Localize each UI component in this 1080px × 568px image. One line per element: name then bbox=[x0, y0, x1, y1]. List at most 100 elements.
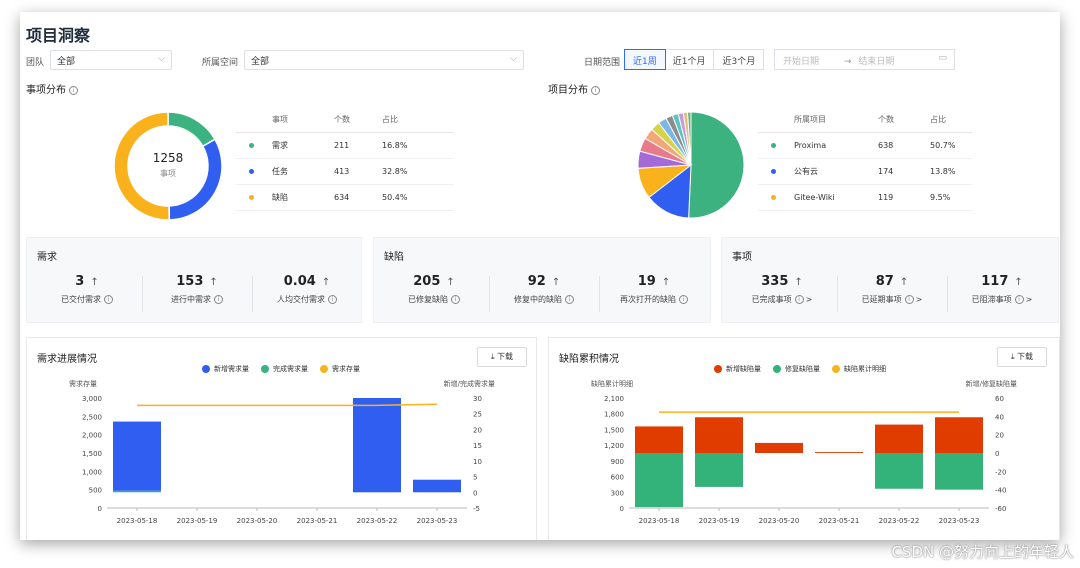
defect-chart: 缺陷累计明细 新增/修复缺陷量2,1001,8001,5001,200900600… bbox=[591, 379, 1017, 525]
info-icon[interactable]: i bbox=[328, 295, 337, 304]
left-axis-label: 缺陷累计明细 bbox=[591, 379, 633, 388]
team-select[interactable]: 全部 ⌵ bbox=[50, 50, 172, 70]
issue-stats-panel: 事项 335 ↑ 已完成事项 i > 87 ↑ 已延期事项 i > 117 ↑ 已阻滞事项 i > bbox=[721, 237, 1059, 323]
legend-dot bbox=[248, 194, 254, 200]
download-button[interactable]: ⤓ 下载 bbox=[997, 347, 1047, 367]
arrow-up-icon: ↑ bbox=[551, 277, 561, 288]
row-count: 174 bbox=[872, 158, 924, 185]
row-name: 公有云 bbox=[788, 158, 872, 185]
y2-tick-label: 20 bbox=[995, 432, 1004, 440]
right-axis-label: 新增/修复缺陷量 bbox=[966, 379, 1017, 388]
stat-fixed-defects: 205 ↑ 已修复缺陷 i bbox=[379, 274, 489, 305]
bar bbox=[635, 426, 683, 453]
legend-item[interactable]: 完成需求量 bbox=[261, 364, 308, 374]
info-icon[interactable]: i bbox=[451, 295, 460, 304]
legend-item[interactable]: 缺陷累计明细 bbox=[832, 364, 886, 374]
donut-total: 1258 bbox=[153, 151, 184, 165]
bar bbox=[755, 442, 803, 453]
range-tab-3m[interactable]: 近3个月 bbox=[714, 50, 763, 69]
range-tab-1m[interactable]: 近1个月 bbox=[665, 50, 715, 69]
y2-tick-label: -40 bbox=[995, 487, 1006, 495]
table-row: Gitee-Wiki 119 9.5% bbox=[758, 184, 972, 211]
date-range-picker[interactable]: 开始日期 → 结束日期 ▭ bbox=[774, 49, 955, 70]
info-icon[interactable]: i bbox=[69, 85, 78, 95]
y-tick-label: 3,000 bbox=[82, 395, 102, 403]
y-tick-label: 0 bbox=[98, 505, 102, 513]
y-tick-label: 1,800 bbox=[604, 411, 624, 419]
info-icon[interactable]: i bbox=[679, 295, 688, 304]
x-tick-label: 2023-05-20 bbox=[237, 517, 278, 525]
info-icon[interactable]: i bbox=[904, 295, 914, 304]
bar bbox=[635, 453, 683, 508]
demand-stats-panel: 需求 3 ↑ 已交付需求 i 153 ↑ 进行中需求 i 0.04 ↑ 人均交付需求 i bbox=[26, 237, 362, 323]
stat-inprogress-demand: 153 ↑ 进行中需求 i bbox=[142, 274, 252, 305]
x-tick-label: 2023-05-18 bbox=[639, 517, 680, 525]
download-button[interactable]: ⤓ 下载 bbox=[477, 347, 527, 367]
space-select[interactable]: 全部 ⌵ bbox=[244, 50, 524, 70]
chart-title: 需求进展情况 bbox=[37, 354, 97, 365]
start-date-placeholder: 开始日期 bbox=[783, 57, 820, 67]
info-icon[interactable]: i bbox=[565, 295, 574, 304]
info-icon[interactable]: i bbox=[591, 85, 600, 95]
project-dist-table: 所属项目 个数 占比 Proxima 638 50.7% 公有云 174 13.… bbox=[758, 108, 972, 211]
range-tab-1w[interactable]: 近1周 bbox=[624, 49, 666, 70]
y-tick-label: 300 bbox=[611, 489, 624, 497]
team-select-value: 全部 bbox=[57, 57, 76, 67]
y2-tick-label: 30 bbox=[473, 395, 482, 403]
demand-progress-card: 需求进展情况 ⤓ 下载 新增需求量 完成需求量 需求存量 需求存量 新增/完成需求… bbox=[26, 337, 537, 540]
legend-dot bbox=[770, 194, 776, 200]
x-tick-label: 2023-05-23 bbox=[939, 517, 980, 525]
watermark: CSDN @努力向上的年轻人 bbox=[891, 543, 1074, 561]
bar bbox=[935, 417, 983, 453]
y-tick-label: 2,500 bbox=[82, 413, 102, 421]
end-date-placeholder: 结束日期 bbox=[858, 57, 895, 67]
arrow-up-icon: ↑ bbox=[321, 277, 331, 288]
col-header: 占比 bbox=[376, 108, 454, 133]
line-series bbox=[137, 403, 438, 407]
legend-item[interactable]: 新增缺陷量 bbox=[714, 364, 761, 374]
project-dist-title: 项目分布 i bbox=[548, 81, 600, 96]
info-icon[interactable]: i bbox=[794, 295, 804, 304]
col-header: 所属项目 bbox=[788, 108, 872, 133]
info-icon[interactable]: i bbox=[1014, 295, 1024, 304]
stat-delayed-issues[interactable]: 87 ↑ 已延期事项 i > bbox=[837, 274, 947, 305]
info-icon[interactable]: i bbox=[214, 295, 223, 304]
arrow-up-icon: ↑ bbox=[794, 277, 803, 288]
y2-tick-label: 0 bbox=[473, 489, 477, 497]
date-range-label: 日期范围 bbox=[584, 58, 621, 68]
bar bbox=[413, 479, 461, 493]
y-tick-label: 1,200 bbox=[604, 442, 624, 450]
donut-slice bbox=[167, 111, 216, 148]
stat-completed-issues[interactable]: 335 ↑ 已完成事项 i > bbox=[727, 274, 837, 305]
legend-item[interactable]: 修复缺陷量 bbox=[773, 364, 820, 374]
x-tick-label: 2023-05-19 bbox=[699, 517, 740, 525]
row-count: 638 bbox=[872, 132, 924, 159]
arrow-up-icon: ↑ bbox=[1014, 277, 1023, 288]
bar bbox=[695, 417, 743, 453]
x-tick-label: 2023-05-19 bbox=[177, 517, 218, 525]
info-icon[interactable]: i bbox=[104, 295, 113, 304]
y2-tick-label: 5 bbox=[473, 474, 477, 482]
issue-dist-table: 事项 个数 占比 需求 211 16.8% 任务 413 32.8% 缺陷 63… bbox=[236, 108, 454, 211]
space-label: 所属空间 bbox=[202, 58, 239, 68]
arrow-up-icon: ↑ bbox=[661, 277, 671, 288]
demand-chart: 需求存量 新增/完成需求量3,0002,5002,0001,5001,000500… bbox=[69, 379, 495, 525]
y-tick-label: 1,000 bbox=[82, 468, 102, 476]
bar bbox=[815, 452, 863, 453]
bar bbox=[113, 421, 161, 491]
stat-blocked-issues[interactable]: 117 ↑ 已阻滞事项 i > bbox=[947, 274, 1057, 305]
table-row: 缺陷 634 50.4% bbox=[236, 184, 454, 211]
stat-reopened-defects: 19 ↑ 再次打开的缺陷 i bbox=[599, 274, 709, 305]
x-tick-label: 2023-05-21 bbox=[819, 517, 860, 525]
chevron-down-icon: ⌵ bbox=[158, 54, 165, 64]
x-tick-label: 2023-05-21 bbox=[297, 517, 338, 525]
chevron-right-icon: > bbox=[915, 295, 923, 304]
legend-item[interactable]: 需求存量 bbox=[320, 364, 360, 374]
range-arrow: → bbox=[843, 57, 852, 67]
row-pct: 16.8% bbox=[376, 132, 454, 159]
arrow-up-icon: ↑ bbox=[446, 277, 455, 288]
legend-item[interactable]: 新增需求量 bbox=[202, 364, 249, 374]
row-pct: 13.8% bbox=[924, 158, 972, 185]
legend-dot bbox=[770, 142, 776, 148]
y-tick-label: 500 bbox=[89, 487, 102, 495]
